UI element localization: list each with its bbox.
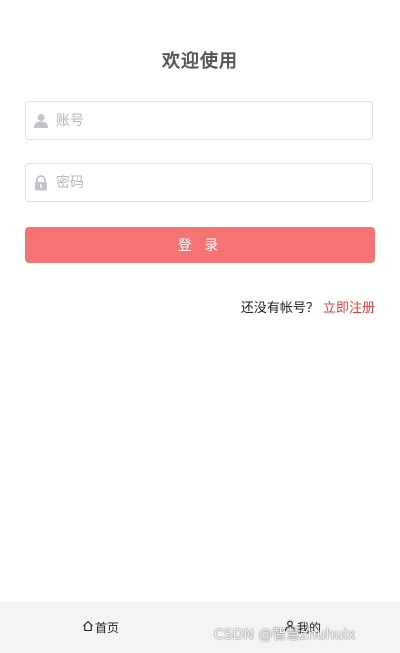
page-title: 欢迎使用 [162, 51, 238, 72]
username-field[interactable] [25, 101, 373, 140]
bottom-tabbar: 首页 我的 [0, 602, 400, 653]
tab-home[interactable]: 首页 [82, 619, 119, 636]
tab-mine[interactable]: 我的 [284, 619, 321, 636]
user-icon [284, 620, 297, 635]
register-row: 还没有帐号？ 立即注册 [241, 297, 375, 316]
register-link[interactable]: 立即注册 [323, 301, 375, 316]
username-input[interactable] [56, 102, 356, 139]
login-button[interactable]: 登 录 [25, 227, 375, 263]
home-icon [82, 620, 95, 635]
register-prompt: 还没有帐号？ [240, 301, 319, 316]
tab-mine-label: 我的 [297, 621, 322, 635]
tab-home-label: 首页 [95, 621, 120, 635]
password-input[interactable] [56, 164, 356, 201]
lock-icon [33, 175, 49, 191]
user-icon [33, 113, 49, 129]
password-field[interactable] [25, 163, 373, 202]
